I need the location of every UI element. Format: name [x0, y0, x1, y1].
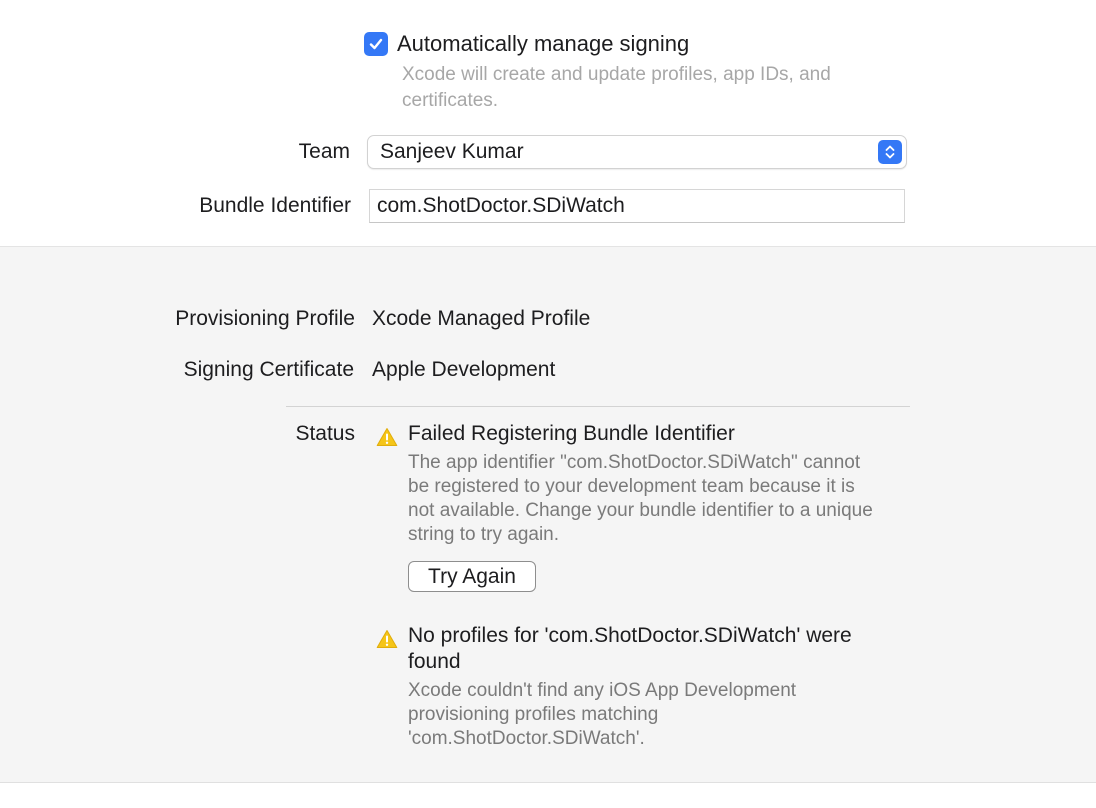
divider: [286, 406, 910, 407]
signing-certificate-value: Apple Development: [372, 358, 556, 381]
provisioning-profile-value: Xcode Managed Profile: [372, 307, 591, 330]
signing-capabilities-pane: Automatically manage signing Xcode will …: [0, 0, 1096, 808]
auto-manage-signing-label[interactable]: Automatically manage signing: [397, 30, 689, 58]
issue-title: Failed Registering Bundle Identifier: [408, 422, 735, 445]
lower-area: [0, 783, 1096, 808]
try-again-button[interactable]: Try Again: [408, 561, 536, 592]
team-label: Team: [298, 140, 350, 163]
signing-certificate-label: Signing Certificate: [183, 358, 354, 381]
provisioning-profile-label: Provisioning Profile: [175, 307, 355, 330]
team-popup-value: Sanjeev Kumar: [380, 140, 524, 163]
issue-description: The app identifier "com.ShotDoctor.SDiWa…: [408, 452, 873, 545]
updown-chevron-icon: [878, 140, 902, 164]
status-label: Status: [295, 422, 355, 445]
issue-title: No profiles for 'com.ShotDoctor.SDiWatch…: [408, 624, 852, 673]
bundle-identifier-label: Bundle Identifier: [199, 194, 351, 217]
auto-manage-signing-description: Xcode will create and update profiles, a…: [402, 64, 831, 111]
warning-icon: [376, 630, 398, 648]
issue-description: Xcode couldn't find any iOS App Developm…: [408, 680, 797, 749]
signing-section: Automatically manage signing Xcode will …: [0, 0, 1096, 247]
bundle-identifier-field[interactable]: [369, 189, 905, 223]
auto-manage-signing-checkbox[interactable]: [364, 32, 388, 56]
checkmark-icon: [369, 38, 383, 50]
warning-icon: [376, 428, 398, 446]
team-popup-button[interactable]: Sanjeev Kumar: [367, 135, 907, 169]
